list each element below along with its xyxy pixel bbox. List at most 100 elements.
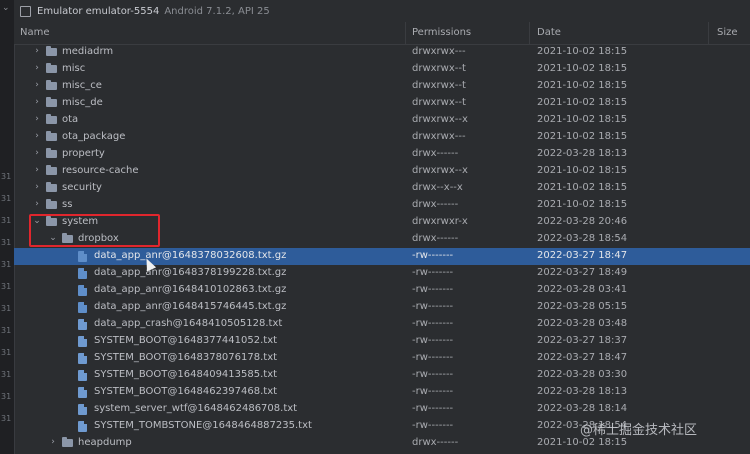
tree-folder-row[interactable]: ⌄ system drwxrwxr-x 2022-03-28 20:46 xyxy=(14,214,750,231)
item-date: 2022-03-28 03:48 xyxy=(537,318,628,329)
item-date: 2022-03-27 18:47 xyxy=(537,352,628,363)
item-name: SYSTEM_TOMBSTONE@1648464887235.txt xyxy=(94,420,312,431)
folder-icon xyxy=(46,148,57,158)
tree-folder-row[interactable]: ⌄ dropbox drwx------ 2022-03-28 18:54 xyxy=(14,231,750,248)
item-name: SYSTEM_BOOT@1648409413585.txt xyxy=(94,369,278,380)
tree-file-row[interactable]: data_app_anr@1648415746445.txt.gz -rw----… xyxy=(14,299,750,316)
item-name: misc_ce xyxy=(62,80,102,91)
tree-file-row[interactable]: data_app_anr@1648378199228.txt.gz -rw----… xyxy=(14,265,750,282)
device-name: Emulator emulator-5554 xyxy=(37,5,160,17)
item-permissions: -rw------- xyxy=(412,318,454,329)
folder-icon xyxy=(46,46,57,56)
item-date: 2021-10-02 18:15 xyxy=(537,182,628,193)
tree-folder-row[interactable]: › property drwx------ 2022-03-28 18:13 xyxy=(14,146,750,163)
chevron-right-icon[interactable]: › xyxy=(32,199,42,209)
watermark: @稀土掘金技术社区 xyxy=(580,423,698,438)
file-icon xyxy=(78,421,87,432)
item-date: 2021-10-02 18:15 xyxy=(537,80,628,91)
item-date: 2021-10-02 18:15 xyxy=(537,199,628,210)
item-permissions: drwx------ xyxy=(412,233,459,244)
gutter-line-number: 31 xyxy=(1,414,12,423)
file-icon xyxy=(78,251,87,262)
file-icon xyxy=(78,285,87,296)
item-name: resource-cache xyxy=(62,165,139,176)
item-date: 2021-10-02 18:15 xyxy=(537,437,628,448)
tree-file-row[interactable]: SYSTEM_BOOT@1648377441052.txt -rw------- 2… xyxy=(14,333,750,350)
chevron-down-icon[interactable]: ⌄ xyxy=(32,216,42,226)
folder-icon xyxy=(62,437,73,447)
item-name: property xyxy=(62,148,105,159)
file-icon xyxy=(78,353,87,364)
column-name[interactable]: Name xyxy=(20,27,50,38)
tree-folder-row[interactable]: › mediadrm drwxrwx--- 2021-10-02 18:15 xyxy=(14,44,750,61)
folder-icon xyxy=(46,199,57,209)
column-date[interactable]: Date xyxy=(537,27,561,38)
folder-icon xyxy=(46,114,57,124)
item-name: system xyxy=(62,216,99,227)
chevron-right-icon[interactable]: › xyxy=(48,437,58,447)
item-date: 2021-10-02 18:15 xyxy=(537,63,628,74)
tree-file-row[interactable]: system_server_wtf@1648462486708.txt -rw--… xyxy=(14,401,750,418)
tree-folder-row[interactable]: › ota_package drwxrwx--- 2021-10-02 18:15 xyxy=(14,129,750,146)
file-icon xyxy=(78,336,87,347)
column-size[interactable]: Size xyxy=(717,27,738,38)
tree-folder-row[interactable]: › ss drwx------ 2021-10-02 18:15 xyxy=(14,197,750,214)
item-date: 2022-03-28 18:54 xyxy=(537,233,628,244)
item-permissions: drwx------ xyxy=(412,437,459,448)
tree-folder-row[interactable]: › misc drwxrwx--t 2021-10-02 18:15 xyxy=(14,61,750,78)
tree-folder-row[interactable]: › misc_de drwxrwx--t 2021-10-02 18:15 xyxy=(14,95,750,112)
column-permissions[interactable]: Permissions xyxy=(412,27,471,38)
tree-folder-row[interactable]: › ota drwxrwx--x 2021-10-02 18:15 xyxy=(14,112,750,129)
item-name: heapdump xyxy=(78,437,132,448)
tree-file-row[interactable]: SYSTEM_BOOT@1648462397468.txt -rw------- 2… xyxy=(14,384,750,401)
chevron-right-icon[interactable]: › xyxy=(32,165,42,175)
item-name: data_app_anr@1648415746445.txt.gz xyxy=(94,301,287,312)
item-date: 2021-10-02 18:15 xyxy=(537,46,628,57)
chevron-right-icon[interactable]: › xyxy=(32,182,42,192)
chevron-right-icon[interactable]: › xyxy=(32,148,42,158)
tree-file-row[interactable]: data_app_crash@1648410505128.txt -rw-----… xyxy=(14,316,750,333)
folder-icon xyxy=(46,63,57,73)
tree-folder-row[interactable]: › resource-cache drwxrwx--x 2021-10-02 18:1… xyxy=(14,163,750,180)
chevron-right-icon[interactable]: › xyxy=(32,114,42,124)
item-permissions: drwxrwx--t xyxy=(412,80,466,91)
item-date: 2021-10-02 18:15 xyxy=(537,165,628,176)
chevron-right-icon[interactable]: › xyxy=(32,63,42,73)
folder-icon xyxy=(62,233,73,243)
item-name: system_server_wtf@1648462486708.txt xyxy=(94,403,298,414)
gutter-line-number: 31 xyxy=(1,392,12,401)
folder-icon xyxy=(46,165,57,175)
item-permissions: -rw------- xyxy=(412,301,454,312)
column-header: Name Permissions Date Size xyxy=(14,22,750,45)
chevron-right-icon[interactable]: › xyxy=(32,46,42,56)
file-icon xyxy=(78,268,87,279)
item-date: 2021-10-02 18:15 xyxy=(537,114,628,125)
item-permissions: drwxrwx--x xyxy=(412,165,468,176)
tree-file-row[interactable]: data_app_anr@1648410102863.txt.gz -rw----… xyxy=(14,282,750,299)
gutter-line-number: 31 xyxy=(1,238,12,247)
tree-folder-row[interactable]: › misc_ce drwxrwx--t 2021-10-02 18:15 xyxy=(14,78,750,95)
folder-icon xyxy=(46,216,57,226)
chevron-right-icon[interactable]: › xyxy=(32,80,42,90)
gutter-line-number: 31 xyxy=(1,304,12,313)
item-name: ota_package xyxy=(62,131,126,142)
file-icon xyxy=(78,404,87,415)
item-permissions: drwxrwx--x xyxy=(412,114,468,125)
chevron-right-icon[interactable]: › xyxy=(32,97,42,107)
file-icon xyxy=(78,387,87,398)
item-permissions: drwxrwxr-x xyxy=(412,216,468,227)
tree-file-row[interactable]: SYSTEM_BOOT@1648409413585.txt -rw------- 2… xyxy=(14,367,750,384)
item-permissions: drwx--x--x xyxy=(412,182,463,193)
tree-folder-row[interactable]: › security drwx--x--x 2021-10-02 18:15 xyxy=(14,180,750,197)
item-date: 2022-03-28 20:46 xyxy=(537,216,628,227)
item-permissions: drwx------ xyxy=(412,148,459,159)
chevron-down-icon[interactable]: ⌄ xyxy=(48,233,58,243)
chevron-right-icon[interactable]: › xyxy=(32,131,42,141)
gutter-line-number: 31 xyxy=(1,194,12,203)
tree-file-row[interactable]: SYSTEM_BOOT@1648378076178.txt -rw------- 2… xyxy=(14,350,750,367)
tree-file-row[interactable]: data_app_anr@1648378032608.txt.gz -rw----… xyxy=(14,248,750,265)
device-title-bar[interactable]: Emulator emulator-5554 Android 7.1.2, AP… xyxy=(14,0,750,23)
item-permissions: drwx------ xyxy=(412,199,459,210)
chevron-down-icon: ⌄ xyxy=(2,3,10,13)
item-date: 2022-03-28 05:15 xyxy=(537,301,628,312)
